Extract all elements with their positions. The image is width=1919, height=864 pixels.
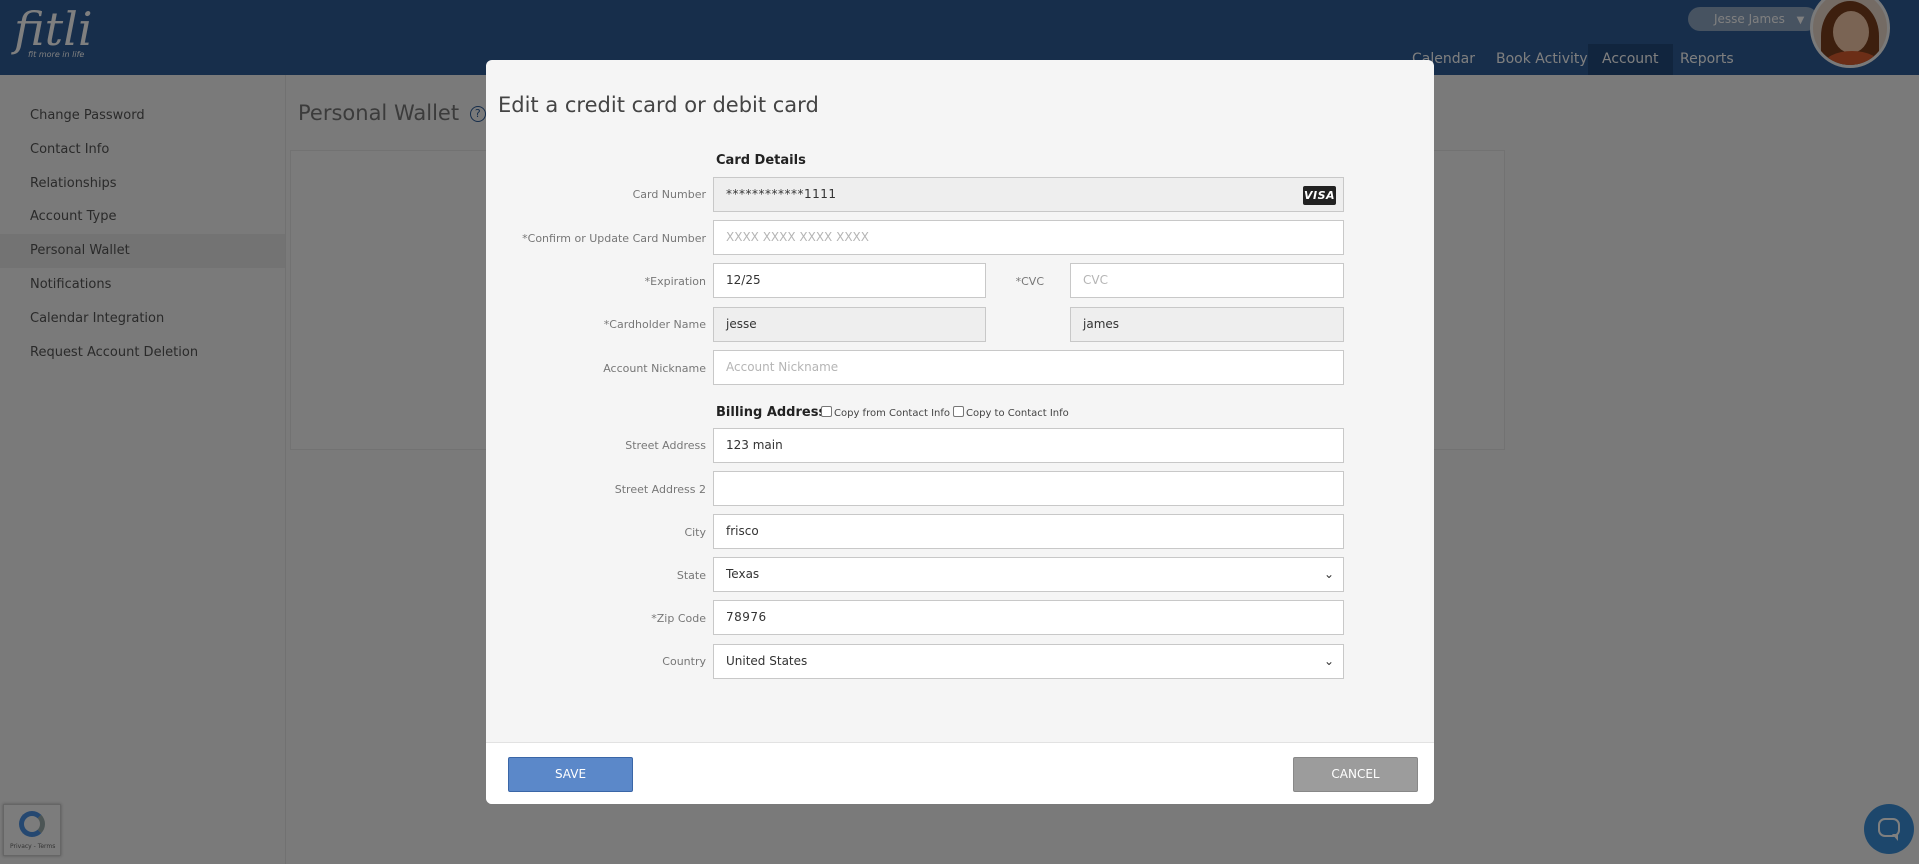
state-label: State <box>676 569 706 582</box>
modal-footer: SAVE CANCEL <box>486 742 1434 804</box>
nickname-input[interactable]: Account Nickname <box>713 350 1344 385</box>
zip-input[interactable]: 78976 <box>713 600 1344 635</box>
copy-from-contact-checkbox[interactable]: Copy from Contact Info <box>821 406 950 419</box>
chevron-down-icon: ⌄ <box>1323 654 1334 668</box>
card-number-value: ************1111 <box>726 187 837 201</box>
copy-to-contact-checkbox[interactable]: Copy to Contact Info <box>953 406 1069 419</box>
state-value: Texas <box>726 567 760 581</box>
cancel-button[interactable]: CANCEL <box>1293 757 1418 792</box>
street-label: Street Address <box>625 439 706 452</box>
state-select[interactable]: Texas ⌄ <box>713 557 1344 592</box>
cardholder-last-name: james <box>1070 307 1344 342</box>
checkbox-icon[interactable] <box>953 406 964 417</box>
edit-card-modal: Edit a credit card or debit card Card De… <box>486 60 1434 804</box>
card-number-field: ************1111 VISA <box>713 177 1344 212</box>
checkbox-icon[interactable] <box>821 406 832 417</box>
city-label: City <box>684 526 706 539</box>
cardholder-first-name: jesse <box>713 307 986 342</box>
city-input[interactable]: frisco <box>713 514 1344 549</box>
expiration-label: *Expiration <box>644 275 706 288</box>
visa-card-icon: VISA <box>1303 186 1336 205</box>
cardholder-label: *Cardholder Name <box>603 318 706 331</box>
street2-label: Street Address 2 <box>614 483 706 496</box>
save-button[interactable]: SAVE <box>508 757 633 792</box>
nickname-label: Account Nickname <box>603 362 706 375</box>
card-number-label: Card Number <box>632 188 706 201</box>
copy-to-label: Copy to Contact Info <box>966 408 1069 419</box>
zip-label: *Zip Code <box>651 612 706 625</box>
confirm-card-input[interactable]: XXXX XXXX XXXX XXXX <box>713 220 1344 255</box>
copy-from-label: Copy from Contact Info <box>834 408 951 419</box>
street-input[interactable]: 123 main <box>713 428 1344 463</box>
modal-title: Edit a credit card or debit card <box>498 93 819 117</box>
country-label: Country <box>662 655 706 668</box>
country-value: United States <box>726 654 808 668</box>
street2-input[interactable] <box>713 471 1344 506</box>
confirm-card-label: *Confirm or Update Card Number <box>522 232 706 245</box>
cvc-input[interactable]: CVC <box>1070 263 1344 298</box>
country-select[interactable]: United States ⌄ <box>713 644 1344 679</box>
cvc-label: *CVC <box>1015 275 1044 288</box>
billing-address-heading: Billing Address <box>716 405 827 420</box>
chevron-down-icon: ⌄ <box>1323 567 1334 581</box>
card-details-heading: Card Details <box>716 153 806 168</box>
